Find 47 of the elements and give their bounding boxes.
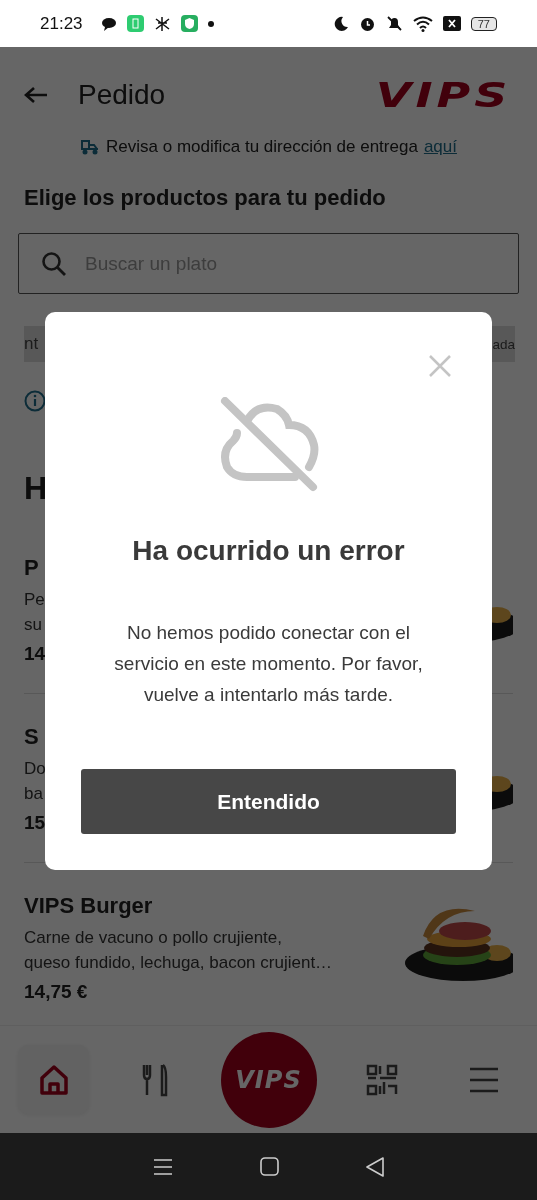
home-button-icon[interactable]	[260, 1157, 279, 1176]
wifi-icon	[412, 15, 433, 32]
close-icon	[428, 354, 452, 378]
product-description: Pe	[24, 589, 46, 611]
info-icon	[24, 390, 46, 412]
delivery-scooter-icon	[80, 138, 101, 156]
product-description: ba	[24, 783, 44, 805]
alarm-icon	[358, 15, 376, 32]
category-chip[interactable]: ada	[492, 336, 515, 352]
product-name: P	[24, 555, 40, 581]
menu-icon	[468, 1066, 499, 1093]
shield-icon	[180, 15, 198, 32]
recent-apps-icon[interactable]	[153, 1157, 174, 1176]
status-time: 21:23	[40, 13, 83, 34]
back-icon[interactable]	[365, 1156, 384, 1177]
battery-saver-icon	[126, 15, 144, 32]
chat-icon	[100, 16, 117, 31]
back-arrow-icon[interactable]	[24, 86, 48, 104]
product-name: VIPS Burger	[24, 893, 154, 919]
sim-off-icon	[442, 16, 461, 31]
dot-icon	[207, 20, 214, 27]
delivery-notice: Revisa o modifica tu dirección de entrega	[106, 137, 418, 157]
dialog-title: Ha ocurrido un error	[132, 535, 405, 567]
mute-icon	[385, 15, 403, 32]
product-price: 14	[24, 643, 46, 665]
category-chip[interactable]: nt	[24, 334, 39, 354]
product-description: queso fundido, lechuga, bacon crujient…	[24, 952, 333, 974]
product-price: 14,75 €	[24, 981, 89, 1003]
product-price: 15	[24, 812, 46, 834]
logo-button[interactable]: VIPS	[220, 1031, 317, 1128]
product-name: S	[24, 724, 40, 750]
category-heading: H	[24, 470, 49, 507]
product-description: Do	[24, 758, 46, 780]
vips-logo: VIPS	[375, 75, 511, 115]
bug-icon	[153, 15, 171, 32]
address-link[interactable]: aquí	[423, 137, 457, 157]
qr-code-icon	[366, 1063, 399, 1096]
product-description: su	[24, 614, 43, 636]
product-description: Carne de vacuno o pollo crujiente,	[24, 927, 283, 949]
home-icon	[38, 1063, 69, 1096]
moon-icon	[332, 15, 349, 32]
understood-button[interactable]: Entendido	[81, 769, 456, 834]
battery-level: 77	[470, 16, 497, 31]
dialog-message: No hemos podido conectar con el servicio en este momento. Por favor, vuelve a intentarlo más tarde.	[113, 621, 424, 707]
section-title: Elige los productos para tu pedido	[24, 185, 387, 211]
close-button[interactable]	[428, 354, 452, 378]
fork-knife-icon	[140, 1062, 169, 1097]
